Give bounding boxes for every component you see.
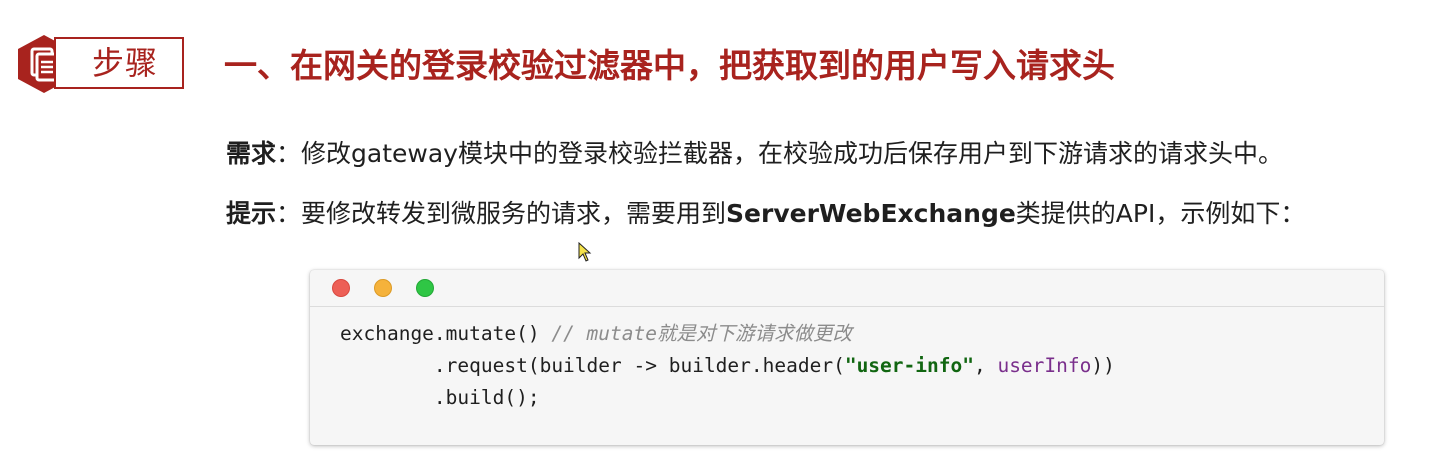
hint-label: 提示 xyxy=(226,199,277,228)
code-text: )) xyxy=(1091,354,1115,377)
code-text: .request(builder -> builder.header( xyxy=(433,354,845,377)
requirement-text: 修改gateway模块中的登录校验拦截器，在校验成功后保存用户到下游请求的请求头… xyxy=(301,139,1283,168)
hint-separator: ： xyxy=(276,199,302,228)
step-label: 步骤 xyxy=(92,44,159,82)
code-line-1: exchange.mutate() // mutate就是对下游请求做更改 xyxy=(340,318,1115,350)
mouse-cursor-icon xyxy=(578,242,592,262)
requirement-separator: ： xyxy=(276,139,302,168)
maximize-button[interactable] xyxy=(416,279,434,297)
code-line-2: .request(builder -> builder.header("user… xyxy=(340,350,1115,382)
hint-highlight: ServerWebExchange xyxy=(726,199,1016,228)
hint-text-after: 类提供的API，示例如下： xyxy=(1015,199,1306,228)
minimize-button[interactable] xyxy=(374,279,392,297)
page-title: 一、在网关的登录校验过滤器中，把获取到的用户写入请求头 xyxy=(224,46,1115,85)
requirement-label: 需求 xyxy=(226,139,277,168)
code-line-3: .build(); xyxy=(340,382,1115,414)
requirement-paragraph: 需求：修改gateway模块中的登录校验拦截器，在校验成功后保存用户到下游请求的… xyxy=(226,136,1283,172)
code-window: exchange.mutate() // mutate就是对下游请求做更改 .r… xyxy=(310,270,1384,445)
hint-paragraph: 提示：要修改转发到微服务的请求，需要用到ServerWebExchange类提供… xyxy=(226,196,1305,232)
step-badge: 步骤 xyxy=(14,35,186,93)
hint-text-before: 要修改转发到微服务的请求，需要用到 xyxy=(301,199,727,228)
code-text: .build(); xyxy=(433,386,540,409)
code-comment: // mutate就是对下游请求做更改 xyxy=(551,322,852,345)
close-button[interactable] xyxy=(332,279,350,297)
code-string: "user-info" xyxy=(844,354,974,377)
code-block: exchange.mutate() // mutate就是对下游请求做更改 .r… xyxy=(340,318,1115,414)
code-text: , xyxy=(973,354,998,377)
code-variable: userInfo xyxy=(997,354,1092,377)
code-window-titlebar xyxy=(310,270,1384,307)
code-text: exchange.mutate() xyxy=(340,322,552,345)
